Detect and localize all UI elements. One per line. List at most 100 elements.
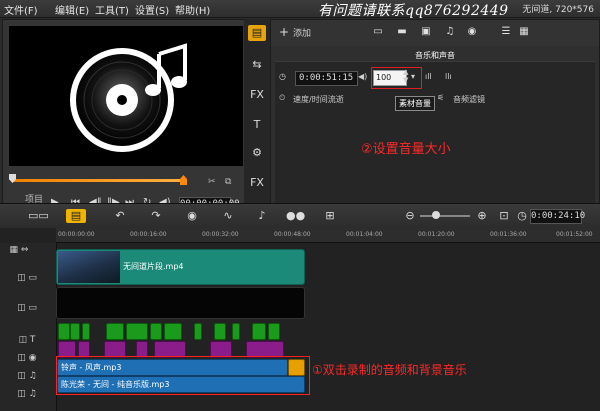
zoom-out-icon[interactable]: ⊖ <box>402 209 418 223</box>
graphics-icon[interactable]: ⚙ <box>248 145 266 161</box>
volume-highlight-box <box>371 67 422 89</box>
record-capture-icon[interactable]: ◉ <box>184 209 200 223</box>
ruler-tick: 00:01:04:00 <box>346 231 383 238</box>
timeline-area: 00:00:00:00 00:00:16:00 00:00:32:00 00:0… <box>0 228 600 411</box>
title-track-icon[interactable]: ◫ T <box>12 335 42 345</box>
timeline-view-icon[interactable]: ▤ <box>66 209 86 223</box>
audio-highlight-box <box>56 356 310 395</box>
track-headers: ▦ ⇔ ◫ ▭ ◫ ▭ ◫ T ◫ ◉ ◫ ♫ ◫ ♫ <box>0 243 57 411</box>
undo-icon[interactable]: ↶ <box>112 209 128 223</box>
audio-filter-label[interactable]: 音频滤镜 <box>453 94 485 105</box>
ruler-tick: 00:01:20:00 <box>418 231 455 238</box>
sound-mixer-icon[interactable]: ∿ <box>220 209 236 223</box>
title-clip[interactable] <box>214 323 226 340</box>
fade-in-icon[interactable]: ıll <box>425 72 432 81</box>
duration-field[interactable]: 0:00:51:15 <box>295 71 358 86</box>
overlay-track-icon[interactable]: ◫ ▭ <box>12 303 42 313</box>
volume-speaker-icon: ◀) <box>358 72 368 81</box>
watermark-text: 有问题请联系qq876292449 <box>318 3 509 19</box>
video-clip-label: 无间道片段.mp4 <box>123 262 184 271</box>
title-clip[interactable] <box>150 323 162 340</box>
project-info: 无间道, 720*576 <box>522 5 594 15</box>
menu-help[interactable]: 帮助(H) <box>175 2 210 17</box>
menu-edit[interactable]: 编辑(E) <box>55 2 89 17</box>
voice-track-icon[interactable]: ◫ ◉ <box>12 353 42 363</box>
video-thumbnail <box>58 251 120 283</box>
ruler-tick: 00:00:16:00 <box>130 231 167 238</box>
fit-project-icon[interactable]: ⊡ <box>496 209 512 223</box>
motion-track-icon[interactable]: ●● <box>286 209 305 223</box>
time-ruler[interactable]: 00:00:00:00 00:00:16:00 00:00:32:00 00:0… <box>56 228 600 243</box>
storyboard-view-icon[interactable]: ▭▭ <box>28 209 49 223</box>
ruler-tick: 00:01:36:00 <box>490 231 527 238</box>
fade-out-icon[interactable]: llı <box>445 72 452 81</box>
cut-icon[interactable]: ✂ <box>208 177 216 187</box>
split-icon[interactable]: ⊞ <box>322 209 338 223</box>
step1-callout: ①双击录制的音频和背景音乐 <box>312 363 467 377</box>
title-clip[interactable] <box>268 323 280 340</box>
folder-icon[interactable]: ▭ <box>371 26 385 38</box>
ruler-tick: 00:00:48:00 <box>274 231 311 238</box>
title-icon[interactable]: T <box>248 117 266 133</box>
ruler-tick: 00:00:00:00 <box>58 231 95 238</box>
grid-view-icon[interactable]: ▦ <box>517 26 531 38</box>
title-clip[interactable] <box>164 323 182 340</box>
timeline-lanes: 无间道片段.mp4 铃声 - 风声.mp3 陈光荣 - 无间 - 纯音乐版.mp… <box>56 243 600 411</box>
music-track-1-icon[interactable]: ◫ ♫ <box>12 371 42 381</box>
mark-out-handle[interactable] <box>180 175 187 185</box>
step2-callout: ②设置音量大小 <box>361 142 451 157</box>
options-side-strip: ▤ ⇆ FX T ⚙ FX <box>244 19 270 215</box>
add-label[interactable]: 添加 <box>293 26 311 39</box>
auto-music-icon[interactable]: ♪ <box>254 209 270 223</box>
music-options: ◷ 0:00:51:15 ◀) 100 ▲ ▼ ▾ ıll llı 素材音量 ⏲ … <box>275 61 595 212</box>
music-track-2-icon[interactable]: ◫ ♫ <box>12 389 42 399</box>
enlarge-icon[interactable]: ⧉ <box>225 177 231 187</box>
list-view-icon[interactable]: ☰ <box>499 26 513 38</box>
music-disc-icon <box>70 43 187 152</box>
video-clip[interactable]: 无间道片段.mp4 <box>56 249 305 285</box>
clock-icon: ◷ <box>279 72 286 81</box>
timeline-timecode[interactable]: 0:00:24:10 <box>530 209 585 224</box>
menu-settings[interactable]: 设置(S) <box>135 2 169 17</box>
speed-duration-label[interactable]: 速度/时间流逝 <box>293 94 344 105</box>
filter-icon[interactable]: FX <box>248 87 266 103</box>
audio-filter-icon[interactable]: ⚟ <box>437 93 444 102</box>
library-toolbar: + 添加 ▭ ▬ ▣ ♫ ◉ ☰ ▦ <box>271 20 599 46</box>
menu-tools[interactable]: 工具(T) <box>95 2 129 17</box>
volume-tooltip: 素材音量 <box>395 96 435 111</box>
track-manager-icon[interactable]: ▦ ⇔ <box>4 245 34 255</box>
redo-icon[interactable]: ↷ <box>148 209 164 223</box>
clock-tl-icon: ◷ <box>517 209 527 222</box>
video-library-icon[interactable]: ▬ <box>395 26 409 38</box>
video-track-icon[interactable]: ◫ ▭ <box>12 273 42 283</box>
menu-bar: 文件(F) 编辑(E) 工具(T) 设置(S) 帮助(H) 有问题请联系qq87… <box>0 0 600 19</box>
title-clip[interactable] <box>126 323 148 340</box>
media-library-icon[interactable]: ▤ <box>248 25 266 41</box>
panel-title: 音乐和声音 <box>415 51 455 60</box>
title-clip[interactable] <box>252 323 266 340</box>
menu-file[interactable]: 文件(F) <box>4 2 38 17</box>
title-clip[interactable] <box>58 323 70 340</box>
video-editor-window: 文件(F) 编辑(E) 工具(T) 设置(S) 帮助(H) 有问题请联系qq87… <box>0 0 600 411</box>
preview-screen <box>9 26 243 166</box>
photo-library-icon[interactable]: ▣ <box>419 26 433 38</box>
pizza-icon[interactable]: ◉ <box>465 26 479 38</box>
title-clip[interactable] <box>194 323 202 340</box>
title-clip[interactable] <box>82 323 90 340</box>
title-clip[interactable] <box>106 323 124 340</box>
transition-icon[interactable]: ⇆ <box>248 57 266 73</box>
music-library-icon[interactable]: ♫ <box>443 26 457 38</box>
overlay-clip[interactable] <box>56 287 305 319</box>
zoom-slider-knob[interactable] <box>432 211 440 219</box>
title-clip[interactable] <box>70 323 80 340</box>
fx-icon[interactable]: FX <box>248 175 266 191</box>
options-panel: + 添加 ▭ ▬ ▣ ♫ ◉ ☰ ▦ 音乐和声音 ◷ 0:00:51:15 ◀)… <box>270 19 600 217</box>
title-clip[interactable] <box>232 323 240 340</box>
preview-panel: ✂ ⧉ 项目 素材 ▶ ⏮ ◀‖ ‖▶ ⏭ ↻ ◀) 00:00:00:00 <box>2 19 245 223</box>
scrub-bar[interactable] <box>9 174 188 185</box>
add-icon[interactable]: + <box>277 26 291 38</box>
speed-icon[interactable]: ⏲ <box>279 93 285 103</box>
zoom-in-icon[interactable]: ⊕ <box>474 209 490 223</box>
zoom-slider[interactable] <box>420 215 470 217</box>
ruler-tick: 00:00:32:00 <box>202 231 239 238</box>
